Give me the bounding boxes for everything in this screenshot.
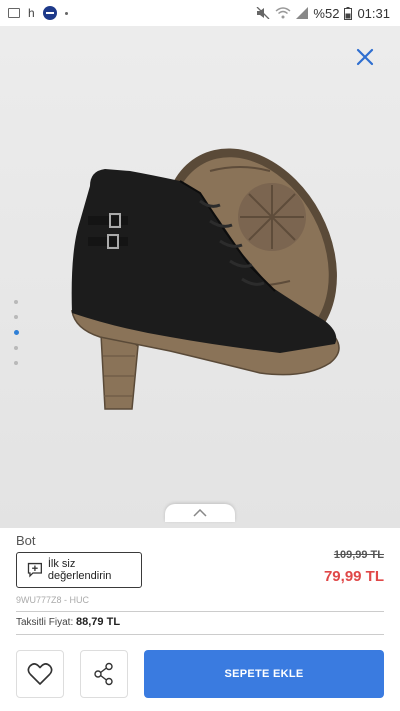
heart-icon: [27, 663, 53, 685]
gallery-dot[interactable]: [14, 300, 18, 304]
battery-percent: %52: [313, 5, 340, 21]
close-icon[interactable]: [354, 46, 376, 68]
product-sku: 9WU777Z8 - HUC: [16, 595, 90, 605]
mute-icon: [256, 7, 270, 19]
battery-icon: [344, 6, 353, 20]
product-photo-boots: [71, 148, 340, 410]
expand-details-tab[interactable]: [165, 504, 235, 522]
add-to-cart-button[interactable]: SEPETE EKLE: [144, 650, 384, 698]
add-review-label: İlk siz değerlendirin: [47, 558, 112, 582]
gallery-pagination: [14, 300, 19, 365]
status-time: 01:31: [357, 5, 390, 21]
signal-icon: [296, 7, 309, 19]
gallery-dot-active[interactable]: [14, 330, 19, 335]
wifi-icon: [275, 7, 291, 19]
product-image-gallery[interactable]: [0, 26, 400, 528]
old-price: 109,99 TL: [333, 549, 384, 561]
divider: [16, 611, 384, 612]
share-button[interactable]: [80, 650, 128, 698]
add-review-icon: [27, 562, 42, 578]
installment-price: Taksitli Fiyat: 88,79 TL: [16, 616, 120, 628]
share-icon: [94, 662, 113, 686]
dot-icon: [64, 11, 68, 15]
gallery-dot[interactable]: [14, 346, 18, 350]
gallery-dot[interactable]: [14, 361, 18, 365]
status-h-label: h: [28, 6, 35, 20]
image-icon: [8, 8, 20, 18]
divider: [16, 634, 384, 635]
gallery-dot[interactable]: [14, 315, 18, 319]
installment-value: 88,79 TL: [76, 616, 121, 628]
product-title: Bot: [16, 533, 36, 548]
installment-label: Taksitli Fiyat:: [16, 617, 74, 628]
bottom-action-bar: SEPETE EKLE: [0, 648, 400, 711]
add-review-button[interactable]: İlk siz değerlendirin: [16, 552, 142, 588]
discounted-price: 79,99 TL: [323, 568, 384, 585]
status-bar: h %52 01:31: [0, 0, 400, 26]
chevron-up-icon: [193, 509, 207, 517]
favorite-button[interactable]: [16, 650, 64, 698]
app-circle-icon: [42, 6, 57, 20]
